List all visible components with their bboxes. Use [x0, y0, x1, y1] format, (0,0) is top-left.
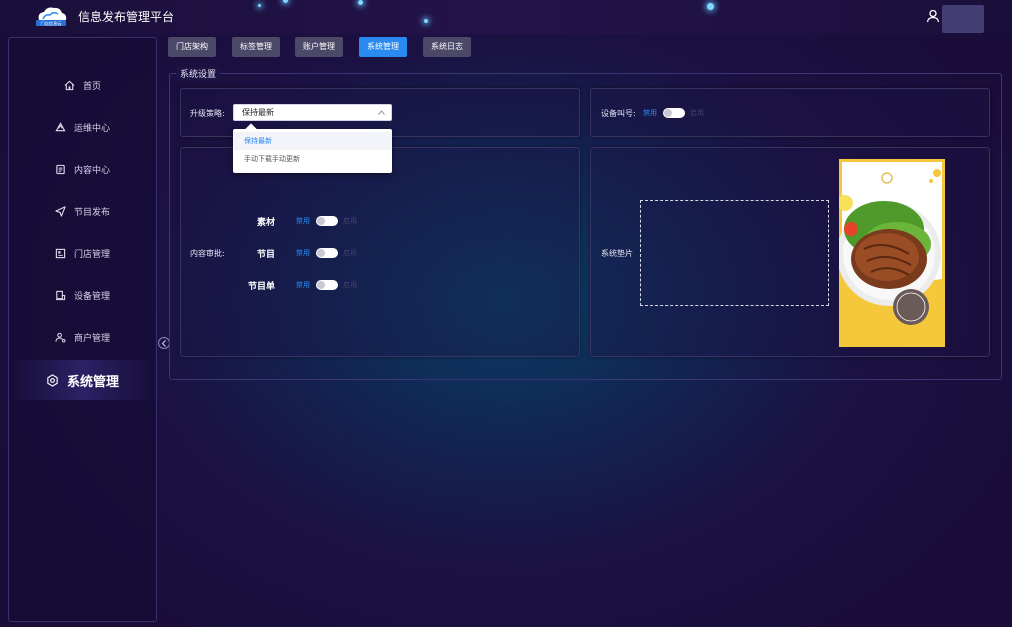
decor-star — [707, 3, 714, 10]
sidebar-item-store[interactable]: 门店管理 — [9, 239, 156, 267]
audit-material-off-label: 禁用 — [296, 217, 310, 225]
sidebar-item-system[interactable]: 系统管理 — [9, 360, 156, 400]
sidebar-item-publish[interactable]: 节目发布 — [9, 197, 156, 225]
device-call-switch[interactable] — [663, 108, 685, 118]
sidebar-item-label: 商户管理 — [73, 333, 110, 344]
audit-material-toggle-group: 禁用 启用 — [296, 216, 357, 226]
recycle-icon — [55, 121, 66, 131]
app-title: 信息发布管理平台 — [78, 10, 175, 24]
sidebar: 首页 运维中心 内容中心 节目发布 门店管理 设备管理 商户管理 系统管理 — [8, 37, 170, 622]
sidebar-item-label: 门店管理 — [73, 249, 110, 260]
sidebar-item-label: 内容中心 — [73, 165, 110, 176]
user-info[interactable] — [942, 5, 984, 33]
device-call-off-label: 禁用 — [643, 109, 657, 117]
audit-playlist-off-label: 禁用 — [296, 281, 310, 289]
switch-knob — [317, 281, 325, 289]
audit-material-on-label: 启用 — [343, 217, 357, 225]
settings-icon — [47, 373, 58, 387]
document-icon — [56, 164, 65, 174]
audit-playlist-label: 节目单 — [247, 282, 275, 292]
switch-knob — [317, 249, 325, 257]
audit-playlist-toggle-group: 禁用 启用 — [296, 280, 357, 290]
device-call-toggle-group: 禁用 启用 — [643, 108, 704, 118]
decor-star — [358, 0, 363, 5]
option-keep-latest[interactable]: 保持最新 — [233, 132, 392, 150]
tab-system-management[interactable]: 系统管理 — [359, 37, 407, 57]
audit-playlist-switch[interactable] — [316, 280, 338, 290]
system-settings-title: 系统设置 — [176, 67, 221, 80]
system-pad-label: 系统垫片 — [601, 249, 633, 258]
cloud-logo-icon: 门店信息云 — [36, 7, 67, 27]
decor-star — [258, 4, 261, 7]
store-icon — [55, 248, 66, 258]
upgrade-strategy-select[interactable]: 保持最新 — [233, 104, 392, 121]
upgrade-strategy-label: 升级策略: — [190, 109, 225, 118]
device-icon — [55, 290, 66, 300]
sidebar-item-label: 节目发布 — [73, 207, 110, 218]
logo-text: 门店信息云 — [41, 20, 62, 27]
option-manual-update[interactable]: 手动下载手动更新 — [233, 150, 392, 168]
sidebar-item-merchant[interactable]: 商户管理 — [9, 323, 156, 351]
audit-program-on-label: 启用 — [343, 249, 357, 257]
sidebar-item-label: 运维中心 — [73, 123, 110, 134]
sidebar-item-home[interactable]: 首页 — [9, 71, 156, 99]
sidebar-item-label: 首页 — [82, 81, 101, 92]
sidebar-item-device[interactable]: 设备管理 — [9, 281, 156, 309]
system-pad-poster-image[interactable] — [839, 159, 945, 347]
switch-knob — [664, 109, 672, 117]
chevron-left-icon — [161, 339, 166, 347]
device-call-label: 设备叫号: — [601, 109, 636, 118]
audit-program-label: 节目 — [256, 250, 275, 260]
tab-tag-management[interactable]: 标签管理 — [232, 37, 280, 57]
audit-material-switch[interactable] — [316, 216, 338, 226]
sidebar-item-ops[interactable]: 运维中心 — [9, 113, 156, 141]
audit-playlist-on-label: 启用 — [343, 281, 357, 289]
sidebar-item-label: 系统管理 — [66, 374, 119, 390]
sidebar-item-label: 设备管理 — [73, 291, 110, 302]
send-icon — [55, 205, 66, 217]
chevron-up-icon — [378, 110, 385, 115]
merchant-icon — [55, 332, 66, 342]
audit-program-switch[interactable] — [316, 248, 338, 258]
tab-system-log[interactable]: 系统日志 — [423, 37, 471, 57]
upgrade-strategy-value: 保持最新 — [242, 108, 274, 117]
audit-program-off-label: 禁用 — [296, 249, 310, 257]
decor-star — [424, 19, 428, 23]
content-audit-label: 内容审批: — [190, 249, 225, 258]
system-pad-upload-area[interactable] — [640, 200, 829, 306]
audit-material-label: 素材 — [256, 218, 275, 228]
user-icon[interactable] — [926, 9, 940, 23]
sidebar-item-content[interactable]: 内容中心 — [9, 155, 156, 183]
decor-star — [283, 0, 288, 3]
tab-store-structure[interactable]: 门店架构 — [168, 37, 216, 57]
device-call-on-label: 启用 — [690, 109, 704, 117]
home-icon — [64, 80, 75, 90]
audit-program-toggle-group: 禁用 启用 — [296, 248, 357, 258]
switch-knob — [317, 217, 325, 225]
upgrade-strategy-dropdown: 保持最新 手动下载手动更新 — [233, 129, 392, 173]
tab-account-management[interactable]: 账户管理 — [295, 37, 343, 57]
top-header: 门店信息云 信息发布管理平台 — [0, 0, 1012, 34]
